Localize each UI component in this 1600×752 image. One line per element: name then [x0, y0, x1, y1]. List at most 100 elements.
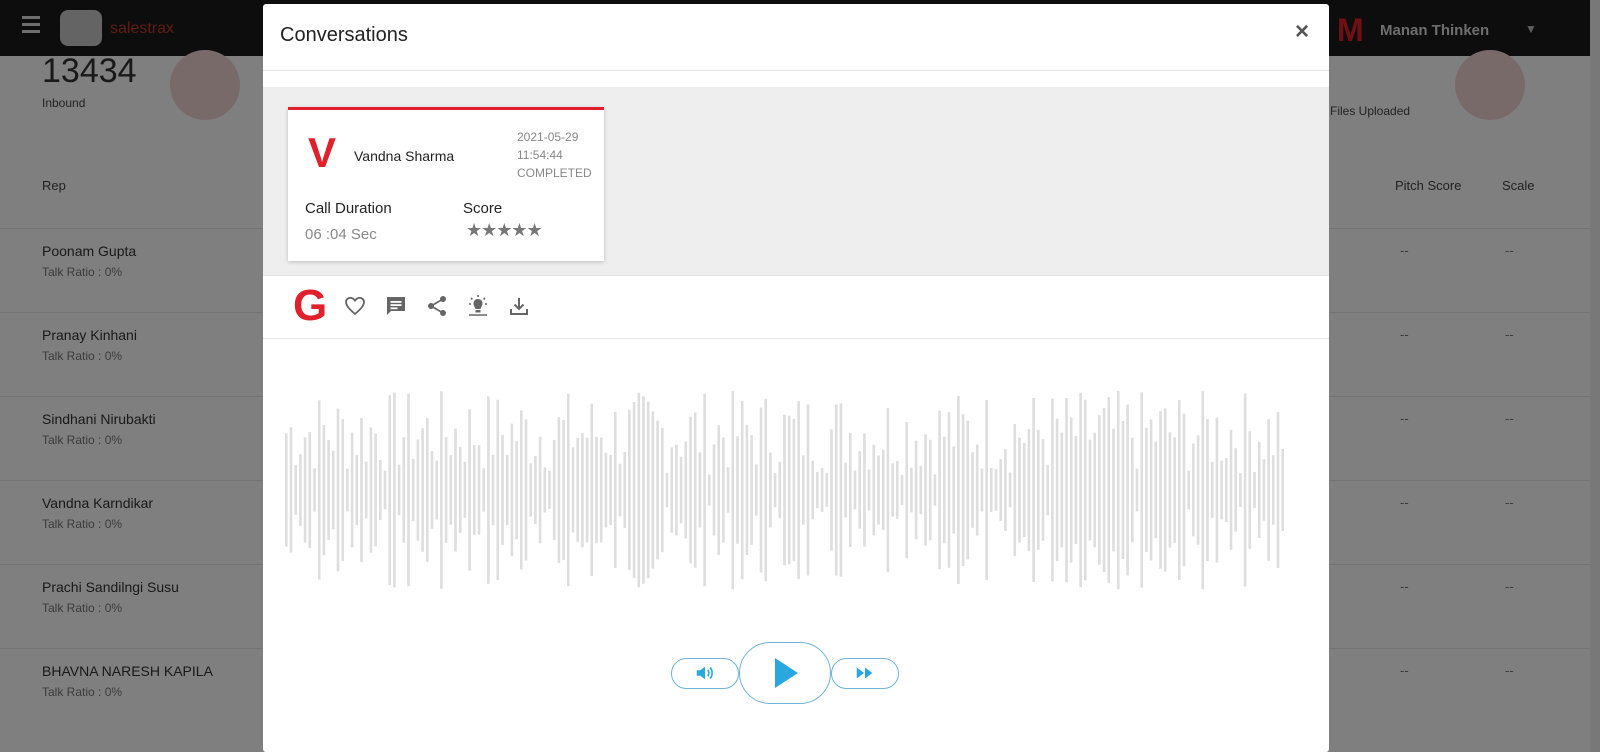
waveform-bar	[670, 447, 673, 533]
download-icon[interactable]	[507, 294, 531, 318]
waveform-bar	[1163, 408, 1167, 572]
waveform-bar	[1055, 418, 1059, 562]
waveform-bar	[299, 454, 302, 526]
waveform-bar	[618, 463, 622, 517]
waveform-bar	[355, 455, 359, 525]
call-duration-label: Call Duration	[305, 200, 392, 217]
waveform-bar	[454, 428, 457, 552]
comment-icon[interactable]	[384, 294, 408, 318]
waveform-bar	[1022, 442, 1026, 537]
waveform-bar	[867, 469, 871, 511]
waveform-bar	[1135, 468, 1139, 512]
waveform-bar	[952, 446, 955, 534]
call-time: 11:54:44	[517, 148, 563, 162]
volume-button[interactable]	[671, 658, 739, 689]
waveform-bar	[910, 467, 913, 513]
waveform-bar	[543, 467, 547, 513]
waveform-bar	[1145, 427, 1148, 553]
waveform-bar	[336, 408, 340, 572]
waveform-bar	[421, 428, 424, 552]
waveform-bar	[999, 459, 1002, 521]
waveform-bar	[609, 454, 612, 526]
waveform-bar	[665, 473, 669, 508]
waveform-bar	[487, 396, 490, 584]
bulb-icon[interactable]	[466, 294, 490, 318]
fast-forward-icon	[856, 667, 873, 679]
play-button[interactable]	[739, 642, 831, 704]
waveform-bar	[604, 452, 608, 528]
waveform-bar	[595, 436, 598, 544]
waveform-bar	[783, 414, 786, 566]
waveform-bar	[900, 474, 904, 506]
modal-title: Conversations	[280, 24, 408, 46]
waveform-bar	[778, 461, 782, 519]
close-button[interactable]: ×	[1295, 20, 1309, 44]
waveform-bar	[957, 395, 960, 584]
waveform-bar	[289, 427, 293, 553]
waveform-bar	[769, 452, 772, 528]
waveform-bar	[1140, 392, 1143, 588]
waveform-bar	[477, 445, 481, 535]
score-label: Score	[463, 200, 503, 217]
waveform-bar	[806, 404, 810, 576]
waveform-bar	[332, 450, 335, 530]
avatar: V	[308, 129, 337, 176]
waveform-bar	[435, 460, 438, 520]
waveform-bar	[943, 436, 946, 544]
waveform-bar	[628, 409, 631, 571]
waveform-bar	[961, 414, 965, 566]
waveform-bar	[294, 465, 297, 515]
waveform-bar	[830, 429, 833, 551]
waveform-bar	[1229, 430, 1233, 550]
share-icon[interactable]	[425, 294, 449, 318]
conversation-card[interactable]: V Vandna Sharma 2021-05-29 11:54:44 COMP…	[288, 107, 604, 261]
audio-waveform[interactable]	[263, 340, 1329, 640]
waveform-bar	[980, 468, 984, 512]
waveform-bar	[938, 410, 941, 570]
waveform-bar	[1267, 419, 1270, 561]
waveform-bar	[341, 419, 344, 561]
waveform-bar	[849, 433, 852, 547]
waveform-bar	[1084, 399, 1087, 581]
waveform-bar	[693, 412, 697, 568]
waveform-bar	[853, 470, 857, 510]
fast-forward-button[interactable]	[831, 658, 899, 689]
waveform-bar	[1159, 411, 1162, 569]
waveform-bar	[1079, 392, 1082, 588]
waveform-bar	[364, 461, 368, 519]
waveform-bar	[1116, 390, 1120, 590]
waveform-bar	[905, 422, 908, 559]
waveform-bar	[1018, 437, 1021, 543]
caller-name: Vandna Sharma	[354, 148, 455, 164]
waveform-bar	[642, 396, 645, 584]
waveform-bar	[994, 469, 998, 511]
waveform-bar	[679, 456, 683, 524]
waveform-bar	[491, 454, 495, 526]
waveform-bar	[599, 437, 603, 543]
waveform-bar	[538, 436, 542, 544]
waveform-bar	[1046, 464, 1049, 516]
waveform-bar	[571, 447, 575, 533]
waveform-bar	[444, 437, 448, 543]
waveform-bar	[1253, 472, 1256, 508]
waveform-bar	[1262, 459, 1266, 521]
waveform-bar	[1239, 473, 1242, 507]
waveform-bar	[1065, 398, 1068, 583]
waveform-bar	[1220, 460, 1223, 520]
waveform-bar	[1060, 432, 1064, 548]
waveform-bar	[534, 456, 537, 525]
waveform-bar	[463, 461, 467, 518]
heart-icon[interactable]	[343, 294, 367, 318]
call-date: 2021-05-29	[517, 130, 579, 144]
waveform-bar	[947, 412, 951, 568]
call-duration-value: 06 :04 Sec	[305, 226, 377, 243]
waveform-bar	[717, 425, 720, 555]
waveform-bar	[877, 455, 880, 525]
waveform-bar	[1225, 458, 1228, 522]
waveform-bar	[632, 402, 636, 578]
waveform-bar	[1272, 455, 1275, 525]
waveform-bar	[726, 467, 730, 513]
waveform-bar	[919, 465, 923, 515]
waveform-bar	[712, 444, 716, 536]
waveform-bar	[576, 437, 579, 543]
